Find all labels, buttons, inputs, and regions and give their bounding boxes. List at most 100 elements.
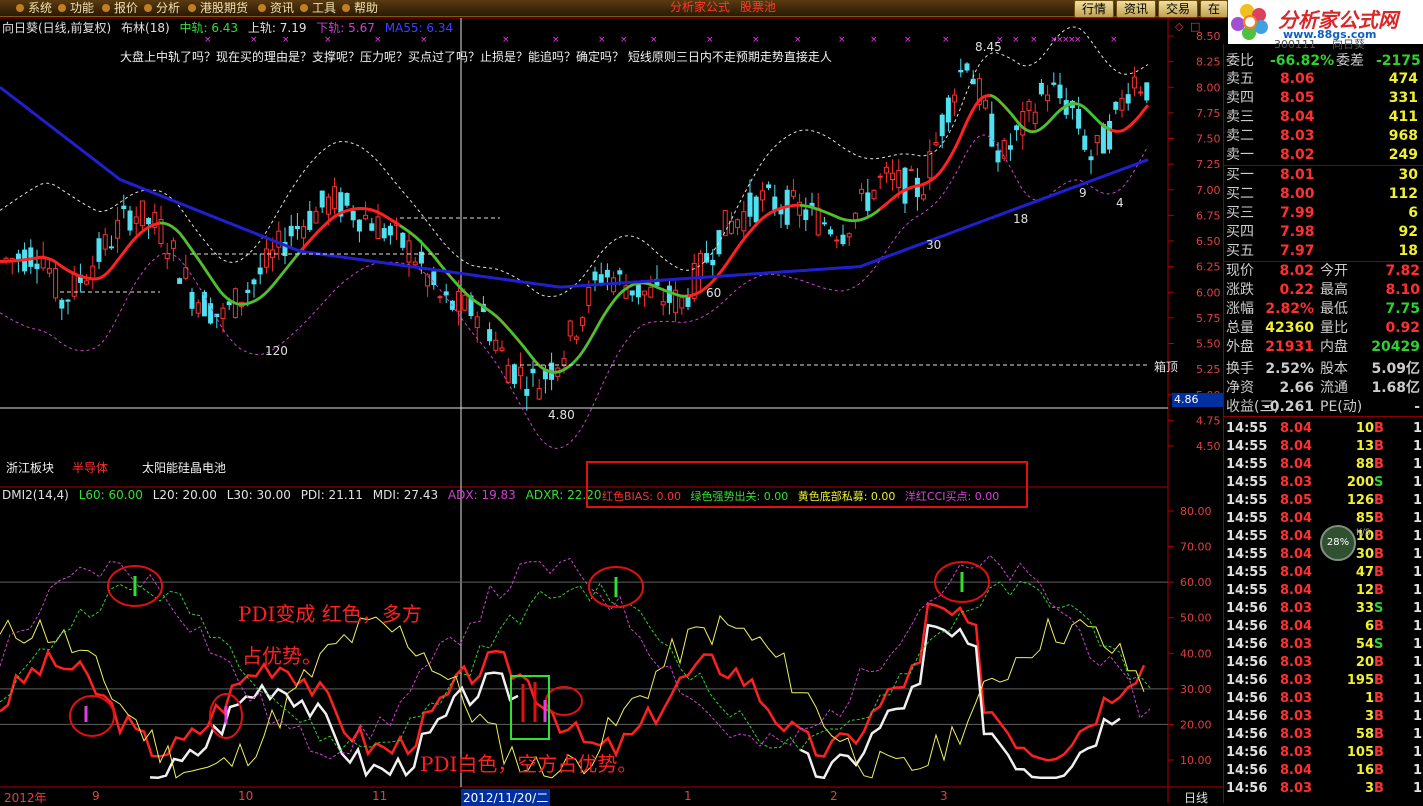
candle-body xyxy=(592,271,598,281)
stat-row-7[interactable]: 净资 2.66 流通 1.68亿 xyxy=(1224,379,1423,398)
tick-row[interactable]: 14:56 8.03 58 B 1 xyxy=(1224,726,1423,744)
tick-volume: 85 xyxy=(1355,511,1374,526)
tick-row[interactable]: 14:56 8.03 54 S 1 xyxy=(1224,636,1423,654)
tick-volume: 1 xyxy=(1364,691,1374,706)
tick-row[interactable]: 14:56 8.04 6 B 1 xyxy=(1224,618,1423,636)
tick-row[interactable]: 14:56 8.03 1 B 1 xyxy=(1224,690,1423,708)
price-axis-label: 5.25 xyxy=(1196,363,1221,376)
candle-body xyxy=(1125,94,1131,104)
tick-count: 1 xyxy=(1412,637,1422,652)
tick-count: 1 xyxy=(1412,619,1422,634)
tick-row[interactable]: 14:55 8.03 200 S 1 xyxy=(1224,474,1423,492)
candle-body xyxy=(381,228,387,239)
tick-row[interactable]: 14:56 8.03 20 B 1 xyxy=(1224,654,1423,672)
buy-row-5[interactable]: 买五 7.97 18 xyxy=(1224,242,1423,261)
candle-body xyxy=(598,274,604,283)
tick-time: 14:56 xyxy=(1226,727,1268,742)
stat-row-8[interactable]: 收益(三) -0.261 PE(动) - xyxy=(1224,398,1423,417)
tick-row[interactable]: 14:55 8.04 13 B 1 xyxy=(1224,438,1423,456)
signal-green-strong: 绿色强势出关: 0.00 xyxy=(690,490,789,503)
signal-marker: × xyxy=(250,35,258,45)
tick-row[interactable]: 14:55 8.04 88 B 1 xyxy=(1224,456,1423,474)
tick-time: 14:55 xyxy=(1226,529,1268,544)
candle-body xyxy=(536,388,542,400)
stat-row-4[interactable]: 总量 42360 量比 0.92 xyxy=(1224,319,1423,338)
sector-solar[interactable]: 太阳能硅晶电池 xyxy=(142,459,226,476)
stat-label: 内盘 xyxy=(1320,339,1348,355)
tick-volume: 12 xyxy=(1355,583,1374,598)
tick-count: 1 xyxy=(1412,421,1422,436)
tick-volume: 54 xyxy=(1355,637,1374,652)
price-axis-label: 5.50 xyxy=(1196,338,1221,351)
stat-row-1[interactable]: 现价 8.02 今开 7.82 xyxy=(1224,262,1423,281)
sell-row-4[interactable]: 卖二 8.03 968 xyxy=(1224,127,1423,146)
tick-count: 1 xyxy=(1412,565,1422,580)
tick-row[interactable]: 14:56 8.03 105 B 1 xyxy=(1224,744,1423,762)
tick-row[interactable]: 14:55 8.04 47 B 1 xyxy=(1224,564,1423,582)
signal-marker: × xyxy=(650,35,658,45)
sell-row-3[interactable]: 卖三 8.04 411 xyxy=(1224,108,1423,127)
buy-label: 买四 xyxy=(1226,224,1254,240)
stat-row-6[interactable]: 换手 2.52% 股本 5.09亿 xyxy=(1224,360,1423,379)
candle-body xyxy=(301,226,307,239)
candle-body xyxy=(660,301,666,306)
tick-row[interactable]: 14:55 8.05 126 B 1 xyxy=(1224,492,1423,510)
stat-value: 0.22 xyxy=(1279,282,1314,298)
candle-body xyxy=(456,291,462,312)
sell-row-2[interactable]: 卖四 8.05 331 xyxy=(1224,89,1423,108)
stat-row-5[interactable]: 外盘 21931 内盘 20429 xyxy=(1224,338,1423,357)
pdi-line xyxy=(0,602,1146,762)
buy-row-1[interactable]: 买一 8.01 30 xyxy=(1224,166,1423,185)
chart-area[interactable]: 8.508.258.007.757.507.257.006.756.506.25… xyxy=(0,0,1223,803)
boll-lower-line xyxy=(0,134,1149,449)
candle-body xyxy=(121,205,127,210)
dmi-axis-label: 10.00 xyxy=(1180,754,1212,767)
tick-row[interactable]: 14:56 8.03 195 B 1 xyxy=(1224,672,1423,690)
signal-marker: × xyxy=(752,35,760,45)
candle-body xyxy=(1113,101,1119,110)
sector-semiconductor[interactable]: 半导体 xyxy=(72,459,108,476)
stat-label: 股本 xyxy=(1320,361,1348,377)
period-label[interactable]: 日线 xyxy=(1184,789,1208,806)
candle-body xyxy=(716,230,722,255)
tick-count: 1 xyxy=(1412,547,1422,562)
stat-row-2[interactable]: 涨跌 0.22 最高 8.10 xyxy=(1224,281,1423,300)
sell-label: 卖三 xyxy=(1226,109,1254,125)
sell-row-1[interactable]: 卖五 8.06 474 xyxy=(1224,70,1423,89)
sell-row-5[interactable]: 卖一 8.02 249 xyxy=(1224,146,1423,165)
buy-volume: 112 xyxy=(1388,186,1418,202)
buy-row-3[interactable]: 买三 7.99 6 xyxy=(1224,204,1423,223)
candle-body xyxy=(511,364,517,384)
sell-volume: 249 xyxy=(1388,147,1418,163)
buy-label: 买五 xyxy=(1226,243,1254,259)
tick-row[interactable]: 14:55 8.04 10 B 1 xyxy=(1224,420,1423,438)
stat-row-3[interactable]: 涨幅 2.82% 最低 7.75 xyxy=(1224,300,1423,319)
buy-row-4[interactable]: 买四 7.98 92 xyxy=(1224,223,1423,242)
tick-count: 1 xyxy=(1412,691,1422,706)
sector-zhejiang[interactable]: 浙江板块 xyxy=(6,459,54,476)
tick-row[interactable]: 14:56 8.03 3 B 1 xyxy=(1224,708,1423,726)
sell-label: 卖一 xyxy=(1226,147,1254,163)
tick-row[interactable]: 14:56 8.04 16 B 1 xyxy=(1224,762,1423,780)
tick-row[interactable]: 14:55 8.04 85 B 1 xyxy=(1224,510,1423,528)
candle-body xyxy=(1082,135,1088,150)
tick-row[interactable]: 14:56 8.03 3 B 1 xyxy=(1224,780,1423,798)
stat-label: 今开 xyxy=(1320,263,1348,279)
tick-count: 1 xyxy=(1412,439,1422,454)
tick-time: 14:55 xyxy=(1226,565,1268,580)
tick-price: 8.04 xyxy=(1280,439,1313,454)
tick-row[interactable]: 14:55 8.04 12 B 1 xyxy=(1224,582,1423,600)
tick-row[interactable]: 14:56 8.03 33 S 1 xyxy=(1224,600,1423,618)
tick-time: 14:55 xyxy=(1226,457,1268,472)
tick-count: 1 xyxy=(1412,529,1422,544)
candle-body xyxy=(945,97,951,123)
net-speed-indicator[interactable]: 28% xyxy=(1320,525,1356,561)
dmi-adx: ADX: 19.83 xyxy=(447,488,516,502)
candle-body xyxy=(96,238,102,262)
tick-time: 14:55 xyxy=(1226,583,1268,598)
candle-body xyxy=(896,169,902,189)
signal-marker: × xyxy=(552,35,560,45)
candle-body xyxy=(195,302,201,314)
buy-row-2[interactable]: 买二 8.00 112 xyxy=(1224,185,1423,204)
signal-yellow-bottom: 黄色底部私募: 0.00 xyxy=(797,490,896,503)
